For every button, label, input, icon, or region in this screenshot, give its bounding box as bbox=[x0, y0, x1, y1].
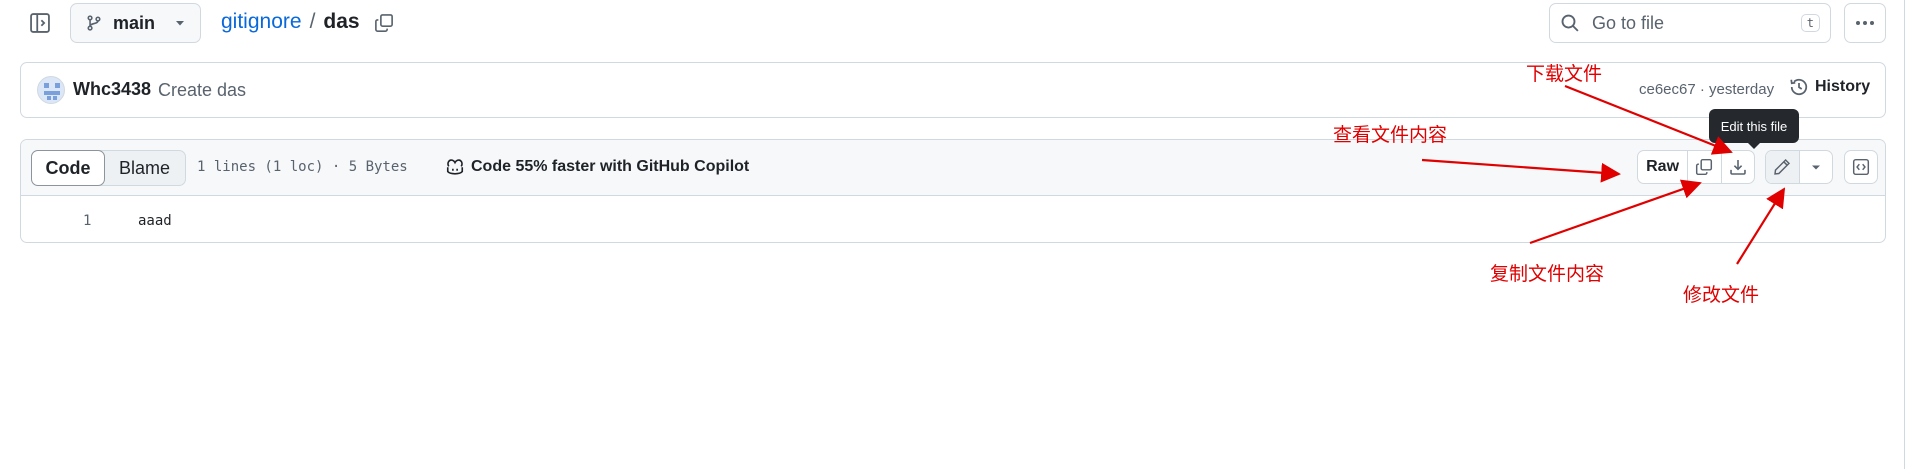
view-mode-toggle: Code Blame bbox=[31, 150, 186, 186]
copilot-icon bbox=[446, 159, 464, 175]
commit-message-link[interactable]: Create das bbox=[158, 80, 246, 101]
go-to-file-input[interactable]: Go to file t bbox=[1549, 3, 1831, 43]
latest-commit-box: Whc3438 Create das ce6ec67 · yesterday H… bbox=[20, 62, 1886, 118]
line-number[interactable]: 1 bbox=[83, 213, 91, 229]
breadcrumb-repo-link[interactable]: gitignore bbox=[221, 10, 302, 34]
annotation-copy-label: 复制文件内容 bbox=[1490, 263, 1605, 285]
download-raw-button[interactable] bbox=[1720, 151, 1754, 183]
copy-icon bbox=[1696, 158, 1713, 176]
pencil-icon bbox=[1774, 158, 1791, 175]
copy-path-icon bbox=[375, 14, 393, 32]
copilot-promo-text: Code 55% faster with GitHub Copilot bbox=[471, 158, 750, 175]
annotation-view-label: 查看文件内容 bbox=[1333, 124, 1448, 146]
file-view: Code Blame 1 lines (1 loc) · 5 Bytes Cod… bbox=[20, 139, 1886, 243]
tab-code[interactable]: Code bbox=[31, 150, 105, 186]
search-icon bbox=[1561, 14, 1579, 32]
annotation-edit-label: 修改文件 bbox=[1683, 284, 1760, 306]
chevron-down-icon bbox=[176, 21, 184, 26]
edit-actions-group bbox=[1765, 150, 1833, 184]
history-label: History bbox=[1815, 78, 1871, 95]
raw-button[interactable]: Raw bbox=[1638, 151, 1687, 183]
symbols-button[interactable] bbox=[1844, 150, 1878, 184]
more-options-button[interactable] bbox=[1844, 3, 1886, 43]
breadcrumb-file-name: das bbox=[323, 10, 360, 33]
breadcrumb-separator: / bbox=[309, 10, 316, 33]
raw-actions-group: Raw bbox=[1637, 150, 1755, 184]
commit-author-link[interactable]: Whc3438 bbox=[73, 79, 151, 100]
copilot-promo-link[interactable]: Code 55% faster with GitHub Copilot bbox=[445, 157, 749, 177]
sidebar-toggle-icon bbox=[30, 13, 50, 33]
branch-selector[interactable]: main bbox=[70, 3, 201, 43]
go-to-file-placeholder: Go to file bbox=[1592, 12, 1665, 33]
breadcrumb: gitignore / das bbox=[221, 10, 360, 34]
file-view-header: Code Blame 1 lines (1 loc) · 5 Bytes Cod… bbox=[21, 140, 1885, 196]
download-icon bbox=[1730, 160, 1746, 175]
copy-raw-button[interactable] bbox=[1687, 151, 1720, 183]
kebab-icon bbox=[1856, 21, 1874, 25]
sidebar-toggle-button[interactable] bbox=[26, 10, 54, 36]
history-button[interactable]: History bbox=[1789, 77, 1870, 97]
page-divider bbox=[1904, 0, 1905, 469]
branch-icon bbox=[87, 15, 101, 31]
edit-file-button[interactable] bbox=[1766, 151, 1799, 183]
history-icon bbox=[1790, 78, 1808, 96]
copy-path-button[interactable] bbox=[370, 9, 398, 37]
tab-blame[interactable]: Blame bbox=[104, 151, 185, 185]
symbols-icon bbox=[1852, 158, 1870, 176]
go-to-file-shortcut: t bbox=[1800, 14, 1820, 32]
file-lines-info: 1 lines (1 loc) · 5 Bytes bbox=[197, 159, 408, 175]
annotation-download-label: 下载文件 bbox=[1526, 63, 1603, 85]
chevron-down-icon bbox=[1811, 165, 1820, 170]
branch-name: main bbox=[113, 12, 156, 33]
symbols-button-inner[interactable] bbox=[1845, 151, 1877, 183]
code-line: aaad bbox=[138, 213, 172, 229]
avatar[interactable] bbox=[37, 76, 65, 104]
commit-meta[interactable]: ce6ec67 · yesterday bbox=[1639, 81, 1774, 98]
edit-more-dropdown[interactable] bbox=[1798, 151, 1832, 183]
edit-file-tooltip: Edit this file bbox=[1709, 109, 1799, 149]
